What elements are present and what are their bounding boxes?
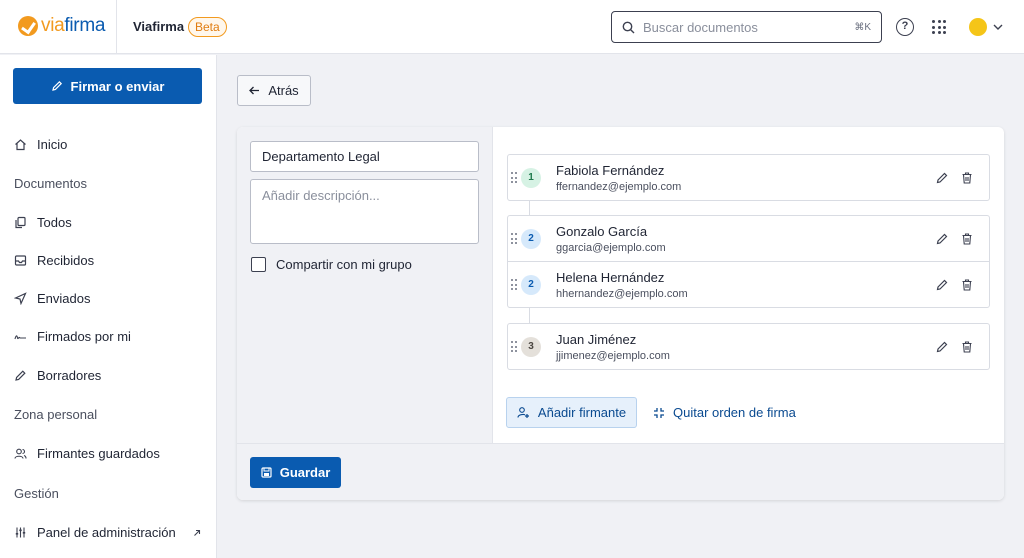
edit-icon[interactable] (935, 232, 949, 246)
signer-name: Gonzalo García (556, 224, 648, 239)
home-icon (14, 138, 27, 151)
app-name: Viafirma (133, 19, 185, 34)
search-box[interactable]: ⌘K (611, 11, 882, 43)
inbox-icon (14, 254, 27, 267)
pencil-icon (14, 369, 27, 382)
sidebar-item-firmados[interactable]: Firmados por mi (14, 326, 131, 346)
sidebar-section-zona-personal: Zona personal (14, 407, 98, 422)
user-menu-button[interactable] (969, 18, 1003, 36)
search-input[interactable] (643, 19, 833, 35)
search-icon (622, 21, 635, 33)
send-icon (14, 291, 27, 305)
signing-order-badge: 2 (521, 275, 541, 295)
signing-order-badge: 2 (521, 229, 541, 249)
arrow-left-icon (249, 86, 260, 95)
sidebar-item-recibidos[interactable]: Recibidos (14, 250, 94, 270)
signing-order-badge: 1 (521, 168, 541, 188)
sidebar-item-panel-admin[interactable]: Panel de administración (14, 522, 176, 542)
sidebar-item-todos[interactable]: Todos (14, 212, 72, 232)
chevron-down-icon (993, 24, 1003, 30)
delete-icon[interactable] (960, 171, 974, 185)
signer-row[interactable]: 2 Helena Hernández hhernandez@ejemplo.co… (507, 261, 990, 308)
edit-icon[interactable] (935, 340, 949, 354)
edit-icon[interactable] (935, 171, 949, 185)
save-button[interactable]: Guardar (250, 457, 341, 488)
signing-order-badge: 3 (521, 337, 541, 357)
sidebar-item-firmantes-guardados[interactable]: Firmantes guardados (14, 443, 160, 463)
signer-name: Juan Jiménez (556, 332, 637, 347)
copy-icon (14, 216, 27, 229)
help-icon[interactable]: ? (896, 18, 914, 36)
drag-handle-icon[interactable] (511, 233, 519, 245)
drag-handle-icon[interactable] (511, 279, 519, 291)
signature-icon (14, 330, 27, 343)
signer-row[interactable]: 3 Juan Jiménez jjimenez@ejemplo.com (507, 323, 990, 370)
users-icon (14, 447, 27, 460)
sign-or-send-button[interactable]: Firmar o enviar (13, 68, 202, 104)
save-icon (261, 467, 272, 478)
delete-icon[interactable] (960, 340, 974, 354)
group-editor-card: Compartir con mi grupo 1 Fabiola Fernánd… (237, 127, 1004, 500)
add-signer-button[interactable]: Añadir firmante (506, 397, 637, 428)
top-bar: viafirma Viafirma Beta ⌘K ? (0, 0, 1024, 54)
signer-email: jjimenez@ejemplo.com (556, 350, 670, 362)
signer-name: Fabiola Fernández (556, 163, 665, 178)
remove-signing-order-button[interactable]: Quitar orden de firma (653, 397, 796, 428)
signer-email: hhernandez@ejemplo.com (556, 288, 688, 300)
viafirma-logo[interactable]: viafirma (18, 15, 105, 37)
sidebar-section-documentos: Documentos (14, 176, 87, 191)
divider (116, 0, 117, 54)
order-connector (529, 308, 530, 323)
signer-row[interactable]: 1 Fabiola Fernández ffernandez@ejemplo.c… (507, 154, 990, 201)
sidebar-item-enviados[interactable]: Enviados (14, 288, 90, 308)
search-shortcut: ⌘K (854, 21, 871, 33)
description-input[interactable] (250, 179, 479, 244)
logo-mark-icon (18, 16, 38, 36)
share-with-group-option[interactable]: Compartir con mi grupo (251, 257, 412, 272)
sliders-icon (14, 526, 27, 539)
beta-badge: Beta (188, 17, 227, 37)
signer-name: Helena Hernández (556, 270, 665, 285)
apps-grid-icon[interactable] (932, 20, 946, 34)
drag-handle-icon[interactable] (511, 341, 519, 353)
order-connector (529, 201, 530, 215)
back-button[interactable]: Atrás (237, 75, 311, 106)
delete-icon[interactable] (960, 232, 974, 246)
sidebar-item-borradores[interactable]: Borradores (14, 365, 101, 385)
group-details-pane: Compartir con mi grupo (237, 127, 493, 443)
card-footer: Guardar (237, 443, 1004, 500)
signer-row[interactable]: 2 Gonzalo García ggarcia@ejemplo.com (507, 215, 990, 262)
external-link-icon (194, 529, 201, 536)
signer-email: ggarcia@ejemplo.com (556, 242, 666, 254)
delete-icon[interactable] (960, 278, 974, 292)
signer-email: ffernandez@ejemplo.com (556, 181, 682, 193)
collapse-icon (654, 407, 664, 418)
edit-icon[interactable] (935, 278, 949, 292)
group-name-input[interactable] (250, 141, 479, 172)
add-user-icon (517, 407, 529, 418)
share-checkbox[interactable] (251, 257, 266, 272)
sidebar-item-inicio[interactable]: Inicio (14, 134, 67, 154)
avatar (969, 18, 987, 36)
sidebar-section-gestion: Gestión (14, 486, 59, 501)
drag-handle-icon[interactable] (511, 172, 519, 184)
pen-icon (51, 80, 62, 91)
